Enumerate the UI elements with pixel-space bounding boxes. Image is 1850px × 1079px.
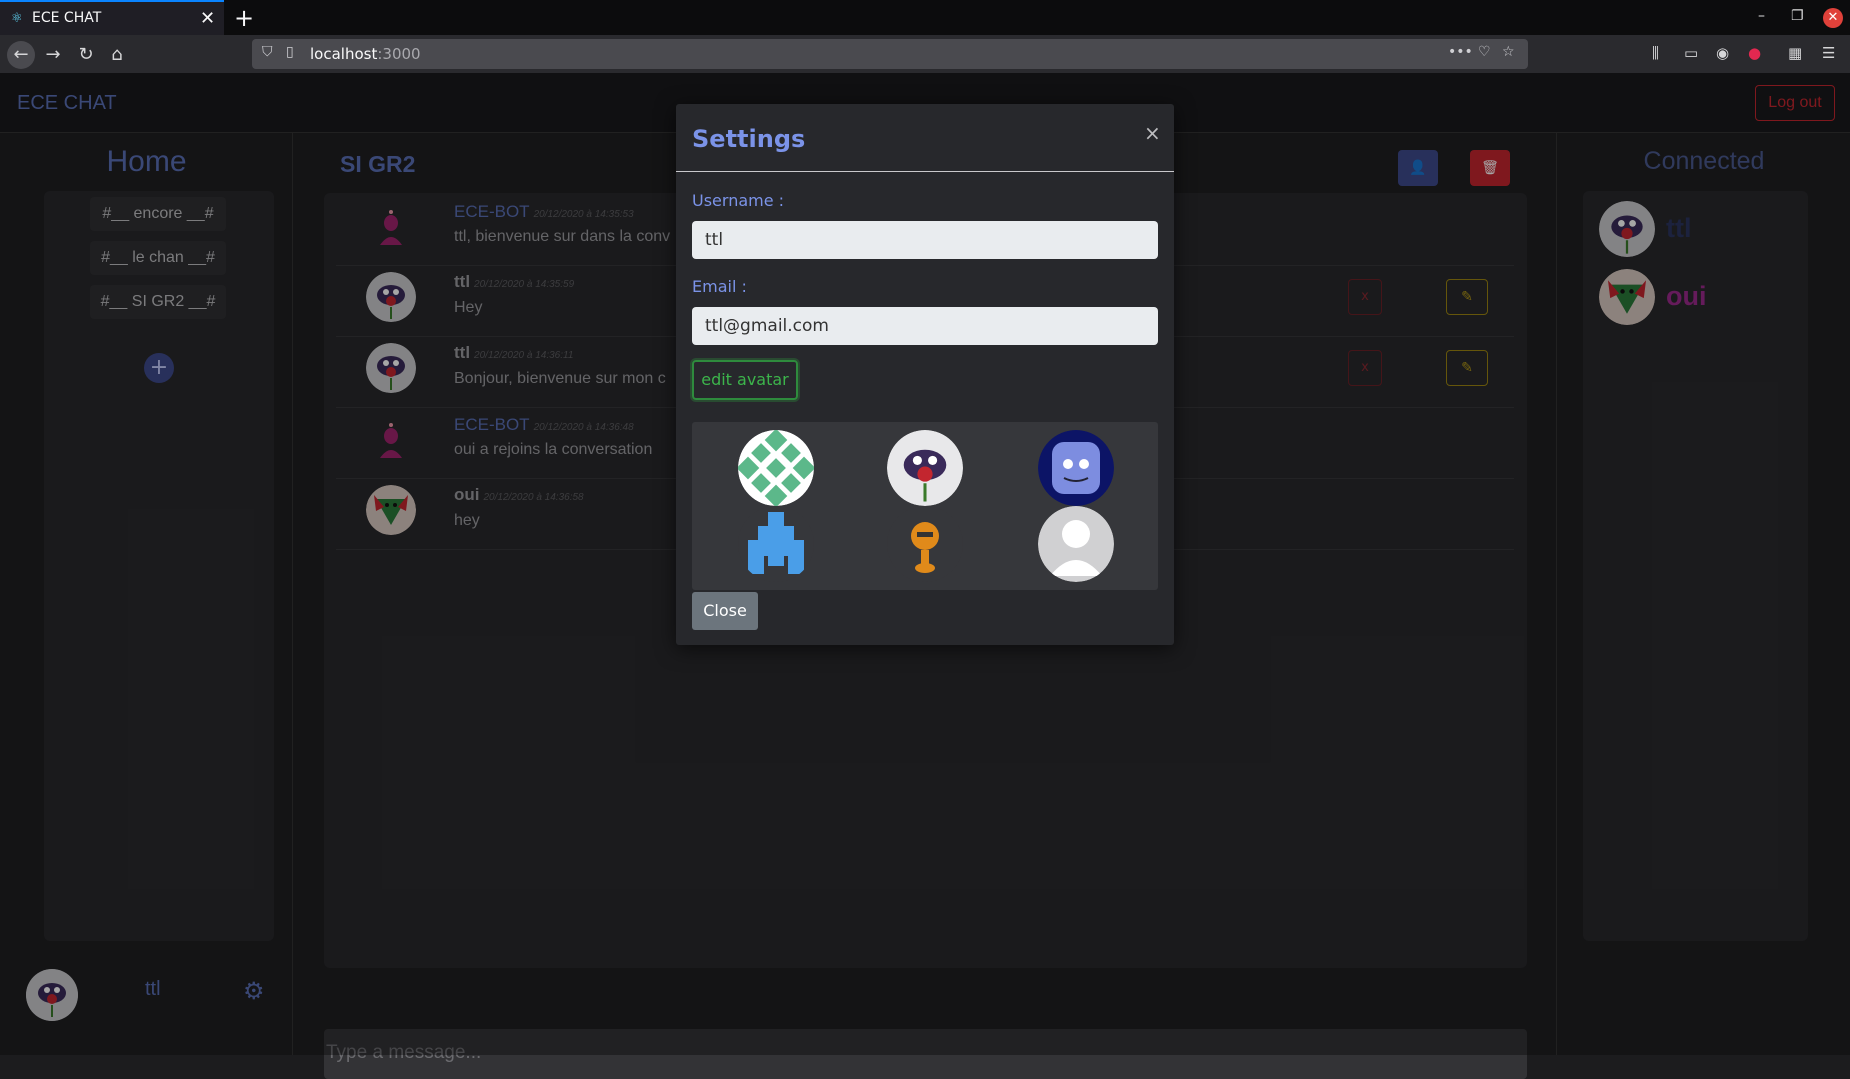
avatar-option-pumpkin[interactable] (887, 506, 963, 582)
home-icon[interactable]: ⌂ (103, 41, 131, 69)
more-icon[interactable]: ••• (1448, 44, 1473, 60)
menu-hamburger-icon[interactable]: ☰ (1822, 44, 1835, 62)
bookmark-star-icon[interactable]: ☆ (1502, 44, 1515, 60)
browser-tab-bar: ⚛ ECE CHAT ✕ + – ❐ ✕ (0, 0, 1850, 35)
shield-icon: ⛉ (262, 44, 273, 60)
forward-arrow-icon[interactable]: → (39, 41, 67, 69)
modal-close-icon[interactable]: × (1144, 121, 1161, 145)
username-label: Username : (692, 191, 785, 210)
sidebar-icon[interactable]: ▭ (1684, 44, 1698, 62)
restore-icon[interactable]: ❐ (1791, 8, 1804, 24)
extension-icon[interactable]: ● (1748, 44, 1761, 62)
tab-close-icon[interactable]: ✕ (200, 8, 215, 29)
account-icon[interactable]: ◉ (1716, 44, 1729, 62)
minimize-icon[interactable]: – (1758, 8, 1765, 24)
url-text: localhost:3000 (310, 45, 421, 63)
avatar-option-default[interactable] (1038, 506, 1114, 582)
extensions-puzzle-icon[interactable]: ▦ (1788, 44, 1802, 62)
tab-title: ECE CHAT (32, 10, 102, 26)
browser-nav-bar: ← → ↻ ⌂ ⛉ ▯ localhost:3000 ••• ♡ ☆ ⫼ ▭ ◉… (0, 35, 1850, 73)
avatar-picker (692, 422, 1158, 590)
avatar-option-pixel[interactable] (738, 506, 814, 582)
close-button[interactable]: Close (692, 592, 758, 630)
library-icon[interactable]: ⫼ (1652, 44, 1659, 62)
modal-title: Settings (692, 125, 806, 153)
page-icon: ▯ (286, 44, 294, 60)
edit-avatar-button[interactable]: edit avatar (692, 360, 798, 400)
settings-modal: Settings × Username : Email : edit avata… (676, 104, 1174, 645)
email-label: Email : (692, 277, 747, 296)
url-bar[interactable]: ⛉ ▯ localhost:3000 ••• ♡ ☆ (252, 39, 1528, 69)
window-close-icon[interactable]: ✕ (1823, 8, 1843, 28)
username-field[interactable] (692, 221, 1158, 259)
new-tab-button[interactable]: + (234, 4, 254, 32)
email-field[interactable] (692, 307, 1158, 345)
avatar-option-monster[interactable] (887, 430, 963, 506)
reload-icon[interactable]: ↻ (72, 41, 100, 69)
back-arrow-icon[interactable]: ← (7, 41, 35, 69)
browser-tab[interactable]: ⚛ ECE CHAT ✕ (0, 0, 224, 35)
pocket-icon[interactable]: ♡ (1478, 44, 1491, 60)
modal-header: Settings × (676, 104, 1174, 172)
react-favicon-icon: ⚛ (11, 11, 23, 26)
avatar-option-robot[interactable] (1038, 430, 1114, 506)
avatar-option-pattern[interactable] (738, 430, 814, 506)
